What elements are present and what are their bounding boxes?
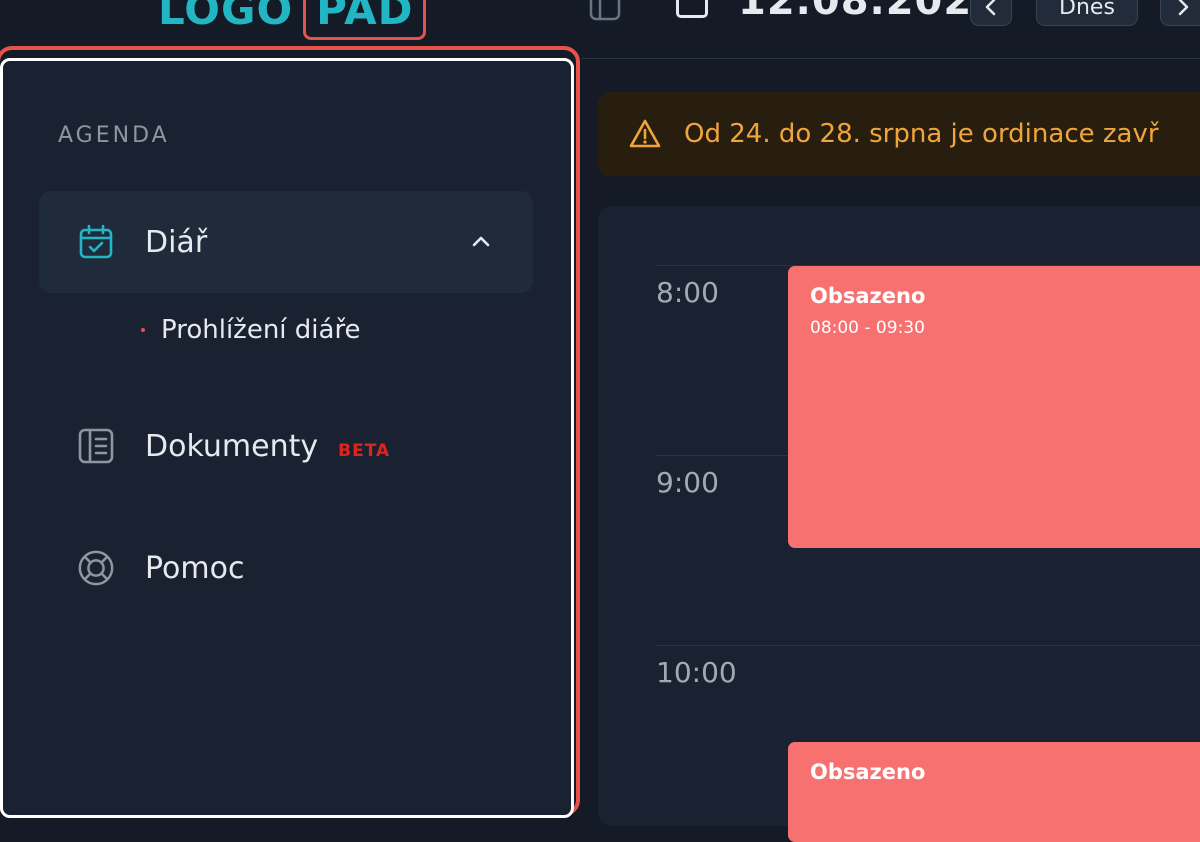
hour-label: 8:00 xyxy=(656,276,719,309)
sidebar-item-label: Pomoc xyxy=(145,550,245,586)
calendar-event[interactable]: Obsazeno xyxy=(788,742,1200,842)
alert-message: Od 24. do 28. srpna je ordinace zavř xyxy=(684,119,1159,149)
previous-day-button[interactable] xyxy=(970,0,1012,26)
day-calendar: 8:00 9:00 10:00 Obsazeno 08:00 - 09:30 O… xyxy=(598,206,1200,842)
calendar-event[interactable]: Obsazeno 08:00 - 09:30 xyxy=(788,266,1200,548)
hour-gridline xyxy=(656,645,1200,646)
app-logo[interactable]: LOGO PAD xyxy=(158,0,427,40)
header-divider xyxy=(582,58,1200,59)
sidebar-subitem-label: Prohlížení diáře xyxy=(161,315,361,345)
sidebar-item-dokumenty[interactable]: Dokumenty BETA xyxy=(39,395,533,497)
hour-label: 10:00 xyxy=(656,656,737,689)
document-list-icon xyxy=(77,427,115,465)
beta-badge: BETA xyxy=(338,441,391,461)
event-time: 08:00 - 09:30 xyxy=(810,318,925,338)
hour-label: 9:00 xyxy=(656,466,719,499)
sidebar: AGENDA Diář Prohlížení diáře Dokumenty B… xyxy=(0,58,574,818)
sidebar-item-label: Dokumenty xyxy=(145,428,319,464)
next-day-button[interactable] xyxy=(1160,0,1200,26)
sidebar-item-label: Diář xyxy=(145,224,208,260)
sidebar-item-pomoc[interactable]: Pomoc xyxy=(39,517,533,619)
lifebuoy-icon xyxy=(77,549,115,587)
event-title: Obsazeno xyxy=(810,284,926,308)
calendar-picker-icon[interactable] xyxy=(676,0,708,18)
logo-text: LOGO xyxy=(158,0,294,34)
collapse-icon xyxy=(589,0,621,21)
sidebar-section-label: AGENDA xyxy=(58,123,170,148)
sidebar-collapse-button[interactable] xyxy=(588,0,622,22)
sidebar-item-diar[interactable]: Diář xyxy=(39,191,533,293)
sidebar-subitem-prohlizeni[interactable]: Prohlížení diáře xyxy=(141,315,361,345)
chevron-right-icon xyxy=(1178,0,1189,16)
chevron-up-icon[interactable] xyxy=(467,227,495,255)
calendar-check-icon xyxy=(77,223,115,261)
warning-icon xyxy=(628,117,662,151)
chevron-left-icon xyxy=(985,0,996,16)
current-date: 12.08.2026 xyxy=(738,0,1002,24)
today-button[interactable]: Dnes xyxy=(1036,0,1138,26)
event-title: Obsazeno xyxy=(810,760,926,784)
closure-alert-banner: Od 24. do 28. srpna je ordinace zavř xyxy=(598,92,1200,176)
bullet-dot-icon xyxy=(141,328,145,332)
logo-pad-text: PAD xyxy=(303,0,427,40)
